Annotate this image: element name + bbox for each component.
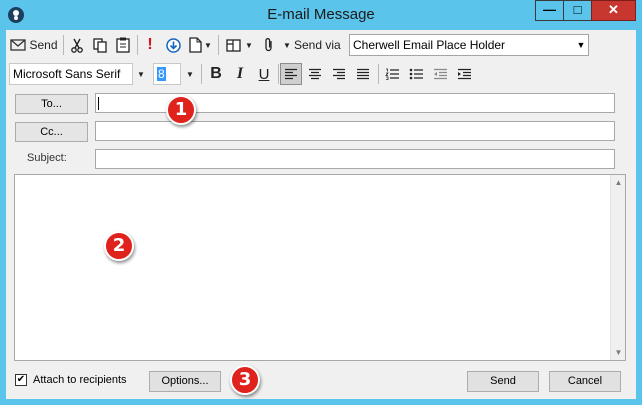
chevron-down-icon: ▼ <box>576 40 586 50</box>
send-via-select[interactable]: Cherwell Email Place Holder ▼ <box>349 34 589 56</box>
attach-button[interactable] <box>260 34 278 56</box>
clipboard-icon <box>116 37 130 53</box>
cancel-button[interactable]: Cancel <box>549 371 621 392</box>
justify-icon <box>357 68 369 80</box>
toolbar-separator <box>218 35 219 55</box>
font-family-value: Microsoft Sans Serif <box>13 67 121 81</box>
bullet-list-button[interactable] <box>406 63 426 85</box>
layout-icon <box>225 38 241 52</box>
indent-button[interactable] <box>454 63 474 85</box>
numbered-list-button[interactable] <box>382 63 402 85</box>
envelope-icon <box>10 39 27 51</box>
body-scrollbar[interactable]: ▲ ▼ <box>610 175 625 360</box>
paperclip-icon <box>265 38 272 52</box>
title-bar[interactable]: E-mail Message — □ ✕ <box>0 0 642 30</box>
scroll-down-icon[interactable]: ▼ <box>611 345 626 360</box>
document-icon <box>188 37 202 53</box>
chevron-down-icon[interactable]: ▼ <box>185 63 195 85</box>
align-right-button[interactable] <box>329 63 349 85</box>
send-toolbar-button[interactable]: Send <box>10 34 58 56</box>
copy-button[interactable] <box>90 34 110 56</box>
format-toolbar: Microsoft Sans Serif ▼ 8 ▼ B I U <box>6 60 636 88</box>
justify-button[interactable] <box>353 63 373 85</box>
numbered-list-icon <box>384 68 399 80</box>
subject-field[interactable] <box>95 149 615 169</box>
chevron-down-icon[interactable]: ▼ <box>136 63 146 85</box>
align-right-icon <box>333 68 345 80</box>
chevron-down-icon[interactable]: ▼ <box>244 34 254 56</box>
send-toolbar-label: Send <box>29 38 58 52</box>
options-button[interactable]: Options... <box>149 371 221 392</box>
paste-button[interactable] <box>113 34 133 56</box>
callout-2: 2 <box>104 231 134 261</box>
maximize-button[interactable]: □ <box>563 0 592 21</box>
underline-button[interactable]: U <box>254 63 274 85</box>
message-body-editor[interactable]: ▲ ▼ <box>14 174 626 361</box>
toolbar-separator <box>278 64 279 84</box>
align-center-button[interactable] <box>305 63 325 85</box>
toolbar-separator <box>63 35 64 55</box>
subject-label: Subject: <box>27 152 67 164</box>
send-via-value: Cherwell Email Place Holder <box>353 38 506 52</box>
send-button[interactable]: Send <box>467 371 539 392</box>
template-button[interactable] <box>187 34 203 56</box>
to-button[interactable]: To... <box>15 94 88 114</box>
align-left-button[interactable] <box>280 63 302 85</box>
email-message-window: E-mail Message — □ ✕ Send ! ▼ ▼ ▼ Send v… <box>0 0 642 405</box>
bullet-list-icon <box>409 68 423 80</box>
send-via-label: Send via <box>294 38 341 52</box>
main-toolbar: Send ! ▼ ▼ ▼ Send via Cherwell Email Pla… <box>6 31 636 59</box>
close-button[interactable]: ✕ <box>591 0 636 21</box>
chevron-down-icon[interactable]: ▼ <box>282 34 292 56</box>
toolbar-separator <box>201 64 202 84</box>
callout-3: 3 <box>230 365 260 395</box>
callout-1: 1 <box>166 95 196 125</box>
copy-icon <box>93 37 107 53</box>
cc-field[interactable] <box>95 121 615 141</box>
scissors-icon <box>71 38 83 53</box>
cut-button[interactable] <box>67 34 87 56</box>
cc-button[interactable]: Cc... <box>15 122 88 142</box>
importance-button[interactable]: ! <box>141 34 159 56</box>
dialog-client-area: Send ! ▼ ▼ ▼ Send via Cherwell Email Pla… <box>6 30 636 399</box>
text-cursor <box>98 97 99 110</box>
indent-icon <box>457 68 471 80</box>
low-importance-button[interactable] <box>163 34 183 56</box>
toolbar-separator <box>378 64 379 84</box>
down-arrow-circle-icon <box>165 37 181 53</box>
italic-button[interactable]: I <box>230 63 250 85</box>
font-size-select[interactable]: 8 <box>153 63 181 85</box>
layout-button[interactable] <box>223 34 243 56</box>
bold-button[interactable]: B <box>206 63 226 85</box>
outdent-icon <box>433 68 447 80</box>
align-center-icon <box>309 68 321 80</box>
font-family-select[interactable]: Microsoft Sans Serif <box>9 63 133 85</box>
attach-to-recipients-checkbox[interactable]: ✔ <box>15 374 27 386</box>
minimize-button[interactable]: — <box>535 0 564 21</box>
scroll-up-icon[interactable]: ▲ <box>611 175 626 190</box>
attach-to-recipients-label: Attach to recipients <box>33 374 127 386</box>
outdent-button[interactable] <box>430 63 450 85</box>
font-size-value: 8 <box>157 67 166 81</box>
align-left-icon <box>285 68 297 80</box>
toolbar-separator <box>137 35 138 55</box>
chevron-down-icon[interactable]: ▼ <box>203 34 213 56</box>
